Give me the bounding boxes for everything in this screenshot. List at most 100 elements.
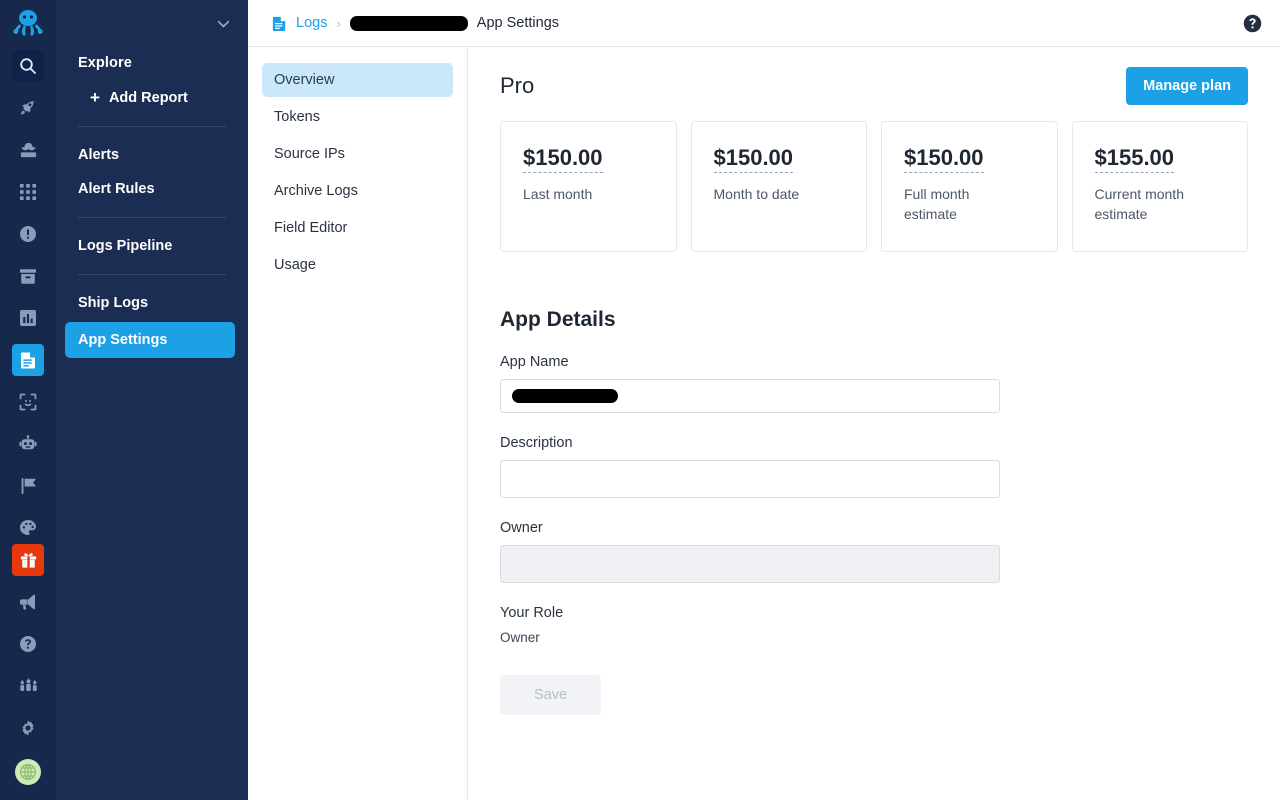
top-bar-actions [1243, 14, 1262, 33]
billing-card-label: Current month estimate [1094, 186, 1184, 223]
rail-slot-flag[interactable] [0, 470, 56, 502]
sidebar-divider-2 [78, 217, 226, 218]
sidebar-group-ship: Ship Logs [56, 286, 248, 320]
subnav-item-field-editor[interactable]: Field Editor [262, 211, 453, 245]
bar-chart-icon[interactable] [12, 302, 44, 334]
gear-icon[interactable] [12, 712, 44, 744]
detective-icon[interactable] [12, 134, 44, 166]
sidebar-item-alert-rules[interactable]: Alert Rules [78, 172, 248, 206]
billing-card: $150.00 Last month [500, 121, 677, 252]
description-label: Description [500, 434, 573, 451]
breadcrumb: Logs › App Settings [272, 15, 559, 32]
rail-slot-charts[interactable] [0, 302, 56, 334]
breadcrumb-separator: › [336, 15, 341, 31]
sidebar-item-alerts[interactable]: Alerts [78, 138, 248, 172]
grid-apps-icon[interactable] [12, 176, 44, 208]
search-icon[interactable] [12, 50, 44, 83]
gift-icon[interactable] [12, 544, 44, 577]
field-description: Description [500, 435, 1000, 498]
robot-icon[interactable] [12, 428, 44, 460]
breadcrumb-link-logs[interactable]: Logs [296, 15, 327, 31]
archive-box-icon[interactable] [12, 260, 44, 292]
billing-card-value: $150.00 [523, 146, 603, 174]
description-input[interactable] [500, 459, 1000, 498]
billing-card-value: $150.00 [904, 146, 984, 174]
rail-slot-help[interactable] [0, 628, 56, 660]
app-name-input[interactable] [500, 378, 1000, 413]
body-row: Overview Tokens Source IPs Archive Logs … [248, 47, 1280, 800]
rail-slot-settings[interactable] [0, 712, 56, 744]
sidebar-collapse-row[interactable] [56, 0, 248, 46]
scan-face-icon[interactable] [12, 386, 44, 418]
logs-document-icon [272, 15, 287, 32]
rail-slot-gift[interactable] [0, 544, 56, 577]
rail-slot-archive[interactable] [0, 260, 56, 292]
rail-slot-scan[interactable] [0, 386, 56, 418]
billing-card-label: Full month estimate [904, 186, 970, 223]
help-circle-icon[interactable] [1243, 14, 1262, 33]
sidebar-item-add-report[interactable]: + Add Report [78, 80, 248, 115]
primary-sidebar: Explore + Add Report Alerts Alert Rules … [56, 0, 248, 800]
chevron-down-icon[interactable] [217, 17, 230, 30]
rail-slot-apps[interactable] [0, 176, 56, 208]
sidebar-item-ship-logs[interactable]: Ship Logs [78, 286, 248, 320]
app-name-value-redacted [512, 388, 618, 403]
team-people-icon[interactable] [12, 670, 44, 702]
your-role-value: Owner [500, 629, 540, 645]
sidebar-item-logs-pipeline[interactable]: Logs Pipeline [78, 229, 248, 263]
billing-card: $150.00 Month to date [690, 121, 867, 252]
your-role-label: Your Role [500, 604, 564, 621]
rail-slot-palette[interactable] [0, 512, 56, 544]
sidebar-heading-explore: Explore [78, 55, 132, 71]
billing-card-value: $155.00 [1094, 146, 1175, 174]
rail-slot-search[interactable] [0, 50, 56, 83]
sidebar-item-label: Alerts [78, 147, 120, 163]
app-root: Explore + Add Report Alerts Alert Rules … [0, 0, 1280, 800]
rail-slot-megaphone[interactable] [0, 586, 56, 618]
rail-slot-robot[interactable] [0, 428, 56, 460]
rail-slot-rocket[interactable] [0, 92, 56, 124]
rail-slot-team[interactable] [0, 670, 56, 702]
secondary-nav: Overview Tokens Source IPs Archive Logs … [248, 47, 468, 800]
breadcrumb-app-name-redacted[interactable] [349, 15, 468, 31]
megaphone-icon[interactable] [12, 586, 44, 618]
save-button[interactable]: Save [500, 674, 602, 715]
rocket-icon[interactable] [12, 92, 44, 124]
logs-document-icon[interactable] [12, 344, 44, 377]
subnav-item-archive-logs[interactable]: Archive Logs [262, 174, 453, 208]
billing-card: $150.00 Full month estimate [881, 121, 1058, 252]
sidebar-item-label: Add Report [108, 89, 188, 106]
rail-slot-logs[interactable] [0, 344, 56, 377]
sidebar-item-app-settings[interactable]: App Settings [65, 322, 235, 358]
billing-cards: $150.00 Last month $150.00 Month to date… [500, 121, 1248, 252]
rail-slot-detective[interactable] [0, 134, 56, 166]
owner-input [500, 544, 1000, 583]
sidebar-divider-3 [78, 274, 226, 275]
app-name-label: App Name [500, 353, 569, 370]
sidebar-item-label: Ship Logs [78, 295, 149, 311]
app-details-title: App Details [500, 307, 616, 331]
plan-name: Pro [500, 73, 535, 98]
breadcrumb-current-app-settings: App Settings [476, 15, 560, 31]
manage-plan-button[interactable]: Manage plan [1126, 67, 1248, 105]
octopus-logo-icon[interactable] [0, 4, 56, 40]
user-avatar-globe-icon[interactable] [15, 759, 41, 786]
field-your-role: Your Role Owner [500, 605, 1000, 645]
icon-rail [0, 0, 56, 800]
flag-icon[interactable] [12, 470, 44, 502]
subnav-item-overview[interactable]: Overview [262, 63, 453, 97]
sidebar-group-pipeline: Logs Pipeline [56, 229, 248, 263]
billing-card: $155.00 Current month estimate [1071, 121, 1248, 252]
alert-circle-icon[interactable] [12, 218, 44, 250]
subnav-item-usage[interactable]: Usage [262, 248, 453, 282]
rail-slot-alerts[interactable] [0, 218, 56, 250]
rail-slot-avatar[interactable] [0, 758, 56, 786]
subnav-item-source-ips[interactable]: Source IPs [262, 137, 453, 171]
owner-label: Owner [500, 519, 543, 536]
help-circle-icon[interactable] [12, 628, 44, 660]
main-area: Logs › App Settings Overview Tokens Sour… [248, 0, 1280, 800]
top-bar: Logs › App Settings [248, 0, 1280, 47]
palette-icon[interactable] [12, 512, 44, 544]
plus-icon: + [90, 88, 100, 107]
subnav-item-tokens[interactable]: Tokens [262, 100, 453, 134]
